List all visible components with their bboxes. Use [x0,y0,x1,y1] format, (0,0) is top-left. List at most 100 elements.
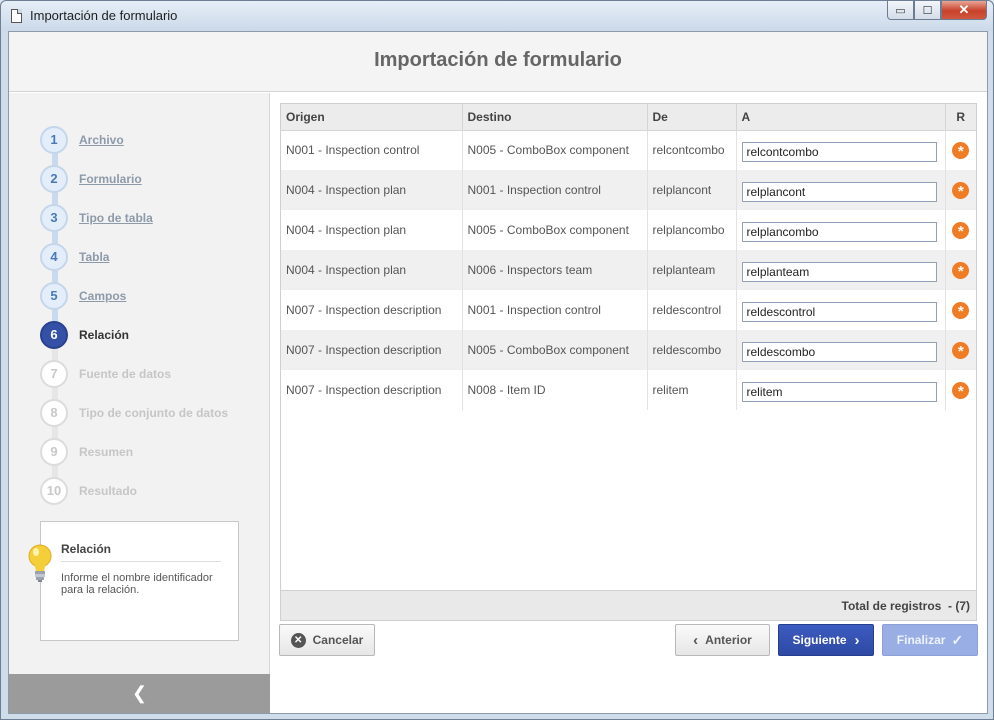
chevron-left-icon: ‹ [693,631,699,649]
table-row[interactable]: N004 - Inspection plan N001 - Inspection… [281,170,976,210]
table-row[interactable]: N004 - Inspection plan N005 - ComboBox c… [281,210,976,250]
next-label: Siguiente [792,633,847,647]
step-label: Tipo de tabla [79,210,153,225]
total-label: Total de registros [841,599,942,613]
step-label: Archivo [79,132,124,147]
cell-r: * [945,250,976,290]
wizard-header: Importación de formulario [9,32,987,92]
cell-r: * [945,170,976,210]
required-icon: * [952,381,970,400]
collapse-sidebar-button[interactable]: ❮ [9,674,270,713]
cell-r: * [945,130,976,170]
total-count: - (7) [948,599,970,613]
cell-destino: N006 - Inspectors team [462,250,648,290]
relation-name-input[interactable] [741,302,937,322]
check-icon: ✓ [951,631,964,648]
cell-origen: N004 - Inspection plan [281,250,463,290]
step-list: 1 Archivo 2 Formulario 3 Tipo de tabla 4… [40,120,228,510]
column-header-r[interactable]: R [945,104,976,131]
step-label: Tipo de conjunto de datos [79,405,229,420]
cell-origen: N001 - Inspection control [281,130,463,170]
finish-label: Finalizar [896,633,946,647]
cell-de: relcontcombo [647,130,737,170]
column-header-origen[interactable]: Origen [281,104,463,131]
page-title: Importación de formulario [374,49,622,71]
cell-a [736,130,946,170]
column-header-destino[interactable]: Destino [462,104,648,131]
required-icon: * [952,341,970,360]
relation-name-input[interactable] [741,382,937,402]
finish-button[interactable]: Finalizar ✓ [882,624,978,656]
table-row[interactable]: N001 - Inspection control N005 - ComboBo… [281,130,976,170]
required-icon: * [952,181,970,200]
cell-origen: N004 - Inspection plan [281,170,463,210]
minimize-button[interactable]: ▭ [887,1,914,20]
cell-de: relplancont [647,170,737,210]
cell-r: * [945,290,976,330]
cell-destino: N005 - ComboBox component [462,130,648,170]
step-tabla[interactable]: 4 Tabla [40,237,228,276]
step-fuente-de-datos: 7 Fuente de datos [40,354,228,393]
cell-a [736,210,946,250]
window-controls: ▭ ☐ ✕ [887,1,987,21]
step-resultado: 10 Resultado [40,471,228,510]
column-header-a[interactable]: A [736,104,946,131]
table-row[interactable]: N007 - Inspection description N001 - Ins… [281,290,976,330]
table-row[interactable]: N007 - Inspection description N005 - Com… [281,330,976,370]
chevron-left-icon: ❮ [131,683,148,703]
previous-button[interactable]: ‹ Anterior [675,624,770,656]
relation-name-input[interactable] [741,342,937,362]
cell-destino: N005 - ComboBox component [462,330,648,370]
step-number: 10 [40,476,68,505]
previous-label: Anterior [705,633,752,647]
cell-origen: N007 - Inspection description [281,290,463,330]
table-row[interactable]: N004 - Inspection plan N006 - Inspectors… [281,250,976,290]
step-label: Formulario [79,171,142,186]
steps-sidebar: 1 Archivo 2 Formulario 3 Tipo de tabla 4… [9,93,270,713]
cancel-label: Cancelar [312,633,364,647]
step-number: 4 [40,242,68,271]
cell-destino: N001 - Inspection control [462,170,648,210]
table-row[interactable]: N007 - Inspection description N008 - Ite… [281,370,976,410]
wizard-client: Importación de formulario 1 Archivo 2 Fo… [8,31,988,714]
help-text: Informe el nombre identificador para la … [61,572,213,596]
step-label: Campos [79,288,127,303]
step-label: Relación [79,327,130,342]
next-button[interactable]: Siguiente › [778,624,874,656]
step-archivo[interactable]: 1 Archivo [40,120,228,159]
relation-name-input[interactable] [741,142,937,163]
maximize-icon: ☐ [922,4,933,17]
help-title: Relación [61,542,221,562]
relation-name-input[interactable] [741,182,937,202]
required-icon: * [952,221,970,240]
cell-destino: N005 - ComboBox component [462,210,648,250]
cancel-icon: ✕ [290,632,306,648]
step-relacion: 6 Relación [40,315,228,354]
step-tipo-de-tabla[interactable]: 3 Tipo de tabla [40,198,228,237]
relation-name-input[interactable] [741,262,937,282]
minimize-icon: ▭ [895,4,906,17]
title-bar: Importación de formulario ▭ ☐ ✕ [1,1,993,31]
cancel-button[interactable]: ✕ Cancelar [279,624,375,656]
help-box: Relación Informe el nombre identificador… [28,521,239,641]
window-title: Importación de formulario [30,8,178,23]
step-label: Resumen [79,444,134,459]
step-formulario[interactable]: 2 Formulario [40,159,228,198]
cell-origen: N007 - Inspection description [281,370,463,410]
close-icon: ✕ [958,2,970,17]
close-button[interactable]: ✕ [941,1,987,20]
total-records: Total de registros - (7) [842,599,970,613]
main-panel: Origen Destino De A R N001 - Inspection … [271,93,987,713]
cell-r: * [945,370,976,410]
cell-origen: N007 - Inspection description [281,330,463,370]
cell-origen: N004 - Inspection plan [281,210,463,250]
maximize-button[interactable]: ☐ [914,1,941,20]
relation-name-input[interactable] [741,222,937,242]
cell-de: reldescombo [647,330,737,370]
app-window: Importación de formulario ▭ ☐ ✕ Importac… [0,0,994,720]
step-label: Resultado [79,483,138,498]
relations-table: Origen Destino De A R N001 - Inspection … [281,104,976,410]
step-campos[interactable]: 5 Campos [40,276,228,315]
column-header-de[interactable]: De [647,104,737,131]
required-icon: * [952,261,970,280]
